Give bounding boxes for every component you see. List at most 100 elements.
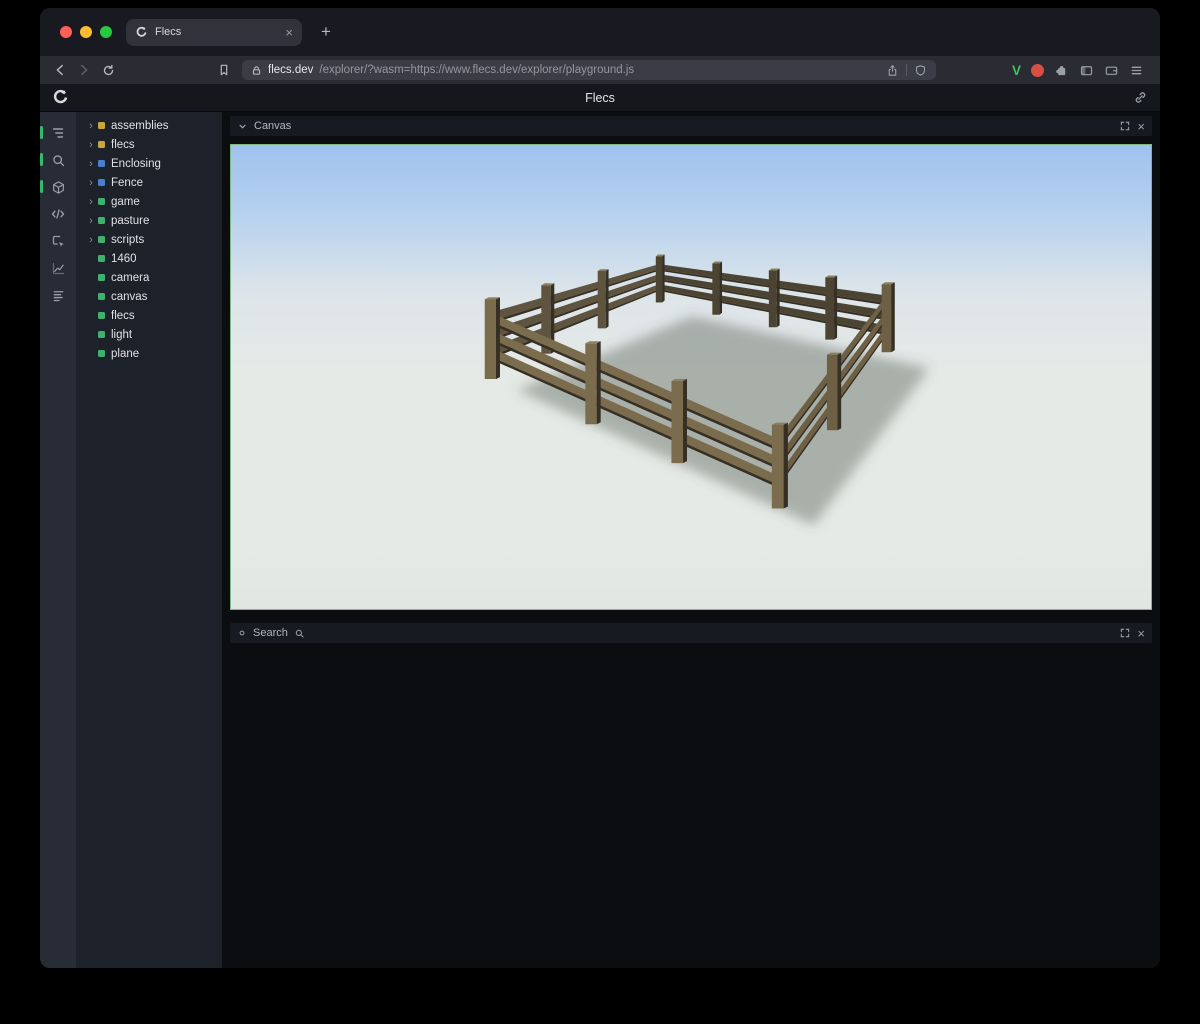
tree-icon <box>50 125 66 141</box>
tree-item-label: pasture <box>111 215 149 227</box>
tree-item-label: assemblies <box>111 120 169 132</box>
search-panel-body <box>230 643 1152 968</box>
tree-item[interactable]: flecs <box>76 306 222 325</box>
entity-type-icon <box>98 255 105 262</box>
panel-marker-icon[interactable] <box>237 628 247 638</box>
rail-button-charts[interactable] <box>45 259 71 277</box>
tree-item-label: flecs <box>111 139 135 151</box>
zoom-window-button[interactable] <box>100 26 112 38</box>
minimize-window-button[interactable] <box>80 26 92 38</box>
canvas-3d-viewport[interactable] <box>230 144 1152 610</box>
extensions-puzzle-button[interactable] <box>1054 63 1069 78</box>
rows-icon <box>51 288 66 303</box>
tree-item[interactable]: › Fence <box>76 173 222 192</box>
tree-item[interactable]: › scripts <box>76 230 222 249</box>
search-panel-header: Search × <box>230 623 1152 643</box>
bookmark-icon[interactable] <box>212 59 236 81</box>
tab-strip: Flecs × + <box>40 8 1160 56</box>
tree-item[interactable]: canvas <box>76 287 222 306</box>
tree-item[interactable]: › assemblies <box>76 116 222 135</box>
expand-chevron-icon[interactable]: › <box>86 234 96 246</box>
close-panel-button[interactable]: × <box>1137 627 1145 640</box>
tree-item-label: 1460 <box>111 253 137 265</box>
rail-button-entities[interactable] <box>45 124 71 142</box>
v-extension-button[interactable]: V <box>1012 63 1021 78</box>
tree-item[interactable]: plane <box>76 344 222 363</box>
address-bar[interactable]: flecs.dev/explorer/?wasm=https://www.fle… <box>242 60 936 80</box>
rail-button-stats[interactable] <box>45 286 71 304</box>
tree-item-label: Fence <box>111 177 143 189</box>
entity-type-icon <box>98 122 105 129</box>
traffic-lights <box>60 26 112 38</box>
expand-chevron-icon[interactable]: › <box>86 120 96 132</box>
entity-type-icon <box>98 198 105 205</box>
expand-chevron-icon[interactable]: › <box>86 196 96 208</box>
fullscreen-button[interactable] <box>1119 627 1131 639</box>
tree-item-label: canvas <box>111 291 147 303</box>
brave-shield-button[interactable] <box>914 64 927 77</box>
expand-chevron-icon[interactable]: › <box>86 215 96 227</box>
entity-type-icon <box>98 293 105 300</box>
chart-icon <box>51 261 66 276</box>
tree-item[interactable]: › pasture <box>76 211 222 230</box>
entity-type-icon <box>98 331 105 338</box>
tree-item[interactable]: › Enclosing <box>76 154 222 173</box>
tree-item-label: light <box>111 329 132 341</box>
share-link-button[interactable] <box>1133 90 1148 105</box>
flecs-explorer-app: Flecs <box>40 84 1160 968</box>
reload-button[interactable] <box>96 59 120 81</box>
canvas-panel-header: Canvas × <box>230 116 1152 136</box>
flecs-favicon-icon <box>135 26 148 39</box>
tree-item-label: Enclosing <box>111 158 161 170</box>
browser-window: Flecs × + flecs.dev/explorer/?wasm=https… <box>40 8 1160 968</box>
close-window-button[interactable] <box>60 26 72 38</box>
rail-button-inspect[interactable] <box>45 232 71 250</box>
tab-title: Flecs <box>155 26 181 38</box>
panel-title: Search <box>253 627 288 639</box>
entity-type-icon <box>98 179 105 186</box>
red-extension-button[interactable] <box>1031 64 1044 77</box>
tree-item[interactable]: 1460 <box>76 249 222 268</box>
wallet-button[interactable] <box>1104 63 1119 78</box>
close-panel-button[interactable]: × <box>1137 120 1145 133</box>
url-path: /explorer/?wasm=https://www.flecs.dev/ex… <box>319 64 634 76</box>
rail-button-search[interactable] <box>45 151 71 169</box>
tree-item-label: flecs <box>111 310 135 322</box>
collapse-chevron-icon[interactable] <box>237 121 248 132</box>
entity-type-icon <box>98 141 105 148</box>
tab-close-button[interactable]: × <box>285 26 293 39</box>
fence-3d-scene <box>231 145 1151 609</box>
tree-item[interactable]: light <box>76 325 222 344</box>
entity-type-icon <box>98 350 105 357</box>
entity-type-icon <box>98 160 105 167</box>
entity-type-icon <box>98 312 105 319</box>
expand-chevron-icon[interactable]: › <box>86 177 96 189</box>
search-icon <box>51 153 66 168</box>
tree-item-label: camera <box>111 272 149 284</box>
tree-item[interactable]: › game <box>76 192 222 211</box>
tree-item[interactable]: camera <box>76 268 222 287</box>
entity-tree-panel: › assemblies › flecs › Enclosing › <box>76 112 222 968</box>
tree-item-label: game <box>111 196 140 208</box>
expand-chevron-icon[interactable]: › <box>86 139 96 151</box>
main-panel-area: Canvas × <box>222 112 1160 968</box>
rail-button-canvas[interactable] <box>45 178 71 196</box>
rail-button-code[interactable] <box>45 205 71 223</box>
share-button[interactable] <box>886 64 899 77</box>
entity-type-icon <box>98 217 105 224</box>
app-title: Flecs <box>40 91 1160 105</box>
new-tab-button[interactable]: + <box>314 22 338 42</box>
url-host: flecs.dev <box>268 64 313 76</box>
app-body: › assemblies › flecs › Enclosing › <box>40 112 1160 968</box>
tree-item[interactable]: › flecs <box>76 135 222 154</box>
browser-tab[interactable]: Flecs × <box>126 19 302 46</box>
sidebar-button[interactable] <box>1079 63 1094 78</box>
forward-button[interactable] <box>72 59 96 81</box>
fullscreen-button[interactable] <box>1119 120 1131 132</box>
menu-button[interactable] <box>1129 63 1144 78</box>
expand-chevron-icon[interactable]: › <box>86 158 96 170</box>
code-icon <box>50 206 66 222</box>
search-small-icon <box>294 628 305 639</box>
back-button[interactable] <box>48 59 72 81</box>
lock-icon <box>251 65 262 76</box>
